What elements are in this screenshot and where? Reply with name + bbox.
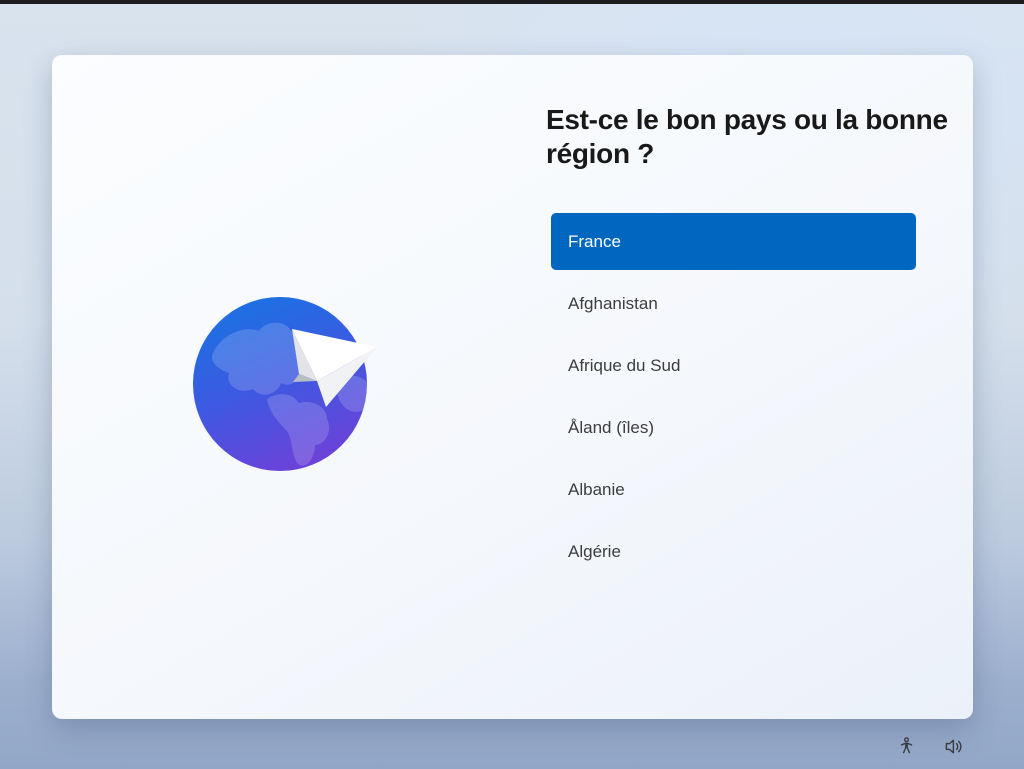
system-tray [896, 736, 966, 757]
page-title: Est-ce le bon pays ou la bonne région ? [546, 104, 948, 169]
volume-icon [945, 739, 962, 754]
volume-button[interactable] [943, 736, 966, 757]
globe-paper-plane-illustration [193, 295, 393, 475]
oobe-screen: Est-ce le bon pays ou la bonne région ? … [0, 0, 1024, 769]
accessibility-icon [900, 737, 913, 754]
country-option-albanie[interactable]: Albanie [551, 461, 916, 518]
screen-top-edge [0, 0, 1024, 4]
country-option-aland-iles[interactable]: Åland (îles) [551, 399, 916, 456]
country-option-france[interactable]: France [551, 213, 916, 270]
country-region-list: France Afghanistan Afrique du Sud Åland … [551, 213, 916, 585]
setup-content: Est-ce le bon pays ou la bonne région ? … [546, 55, 976, 719]
globe-icon [193, 297, 377, 471]
country-option-algerie[interactable]: Algérie [551, 523, 916, 580]
accessibility-button[interactable] [896, 736, 917, 757]
setup-card: Est-ce le bon pays ou la bonne région ? … [52, 55, 973, 719]
country-option-afghanistan[interactable]: Afghanistan [551, 275, 916, 332]
country-option-afrique-du-sud[interactable]: Afrique du Sud [551, 337, 916, 394]
